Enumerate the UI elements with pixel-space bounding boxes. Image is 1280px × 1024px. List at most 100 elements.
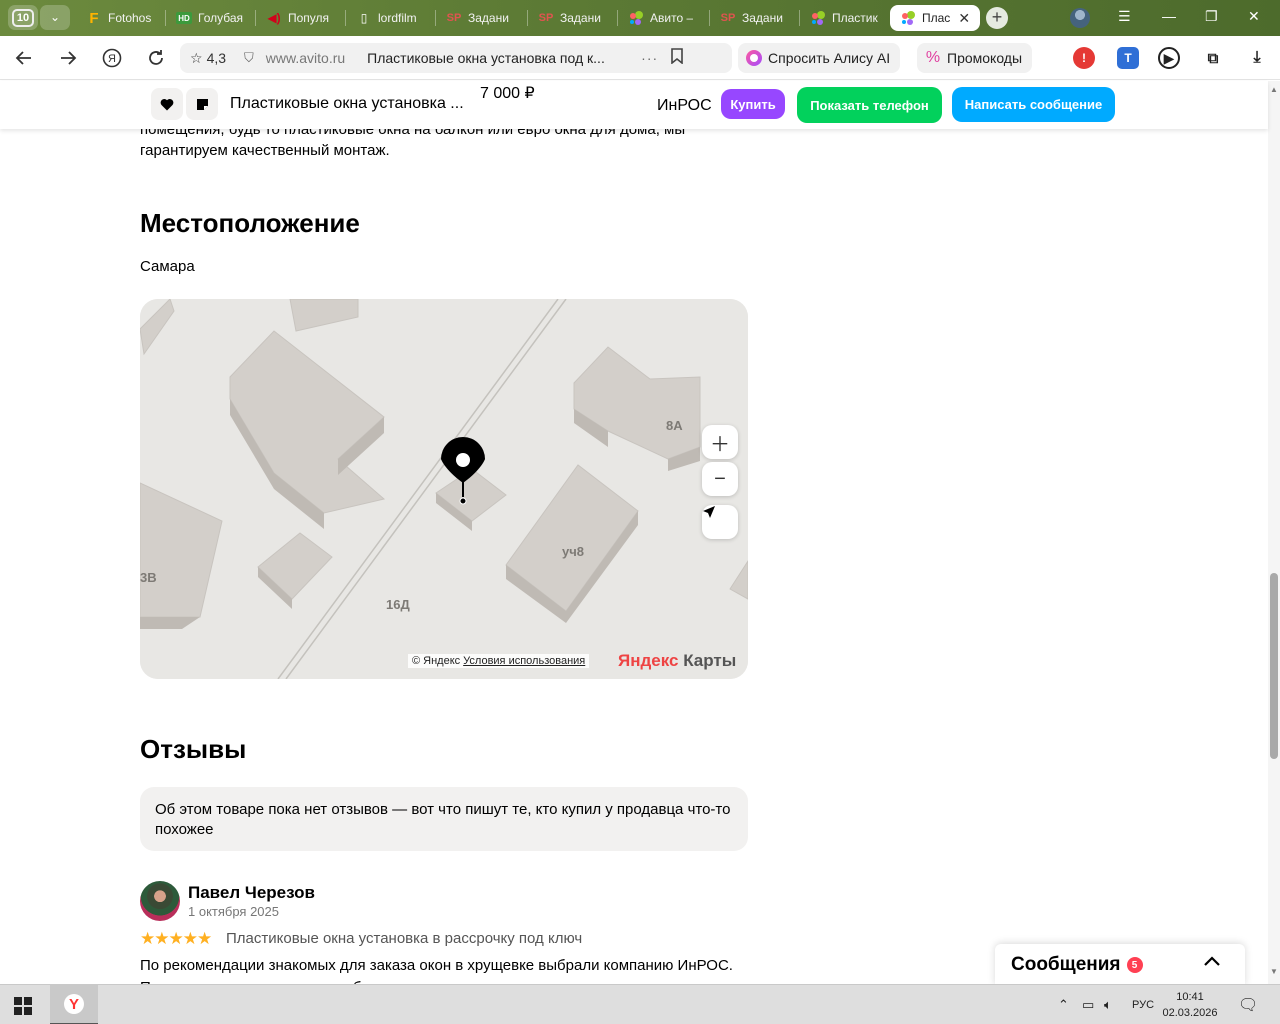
note-icon[interactable] <box>186 88 218 120</box>
notifications-icon[interactable]: 🗨︎ <box>1238 995 1258 1015</box>
percent-icon: % <box>925 49 941 66</box>
browser-toolbar: Я ☆ 4,3 ⛉ www.avito.ru Пластиковые окна у… <box>0 36 1280 80</box>
location-heading: Местоположение <box>140 208 360 238</box>
new-tab-button[interactable]: + <box>986 7 1008 29</box>
ask-alice-button[interactable]: Спросить Алису AI <box>738 43 901 73</box>
browser-tab[interactable]: Пластик <box>810 5 884 31</box>
browser-tab[interactable]: ◀) Популя <box>266 5 346 31</box>
browser-tab[interactable]: Авито – <box>628 5 710 31</box>
windows-start-icon[interactable] <box>14 997 32 1020</box>
scroll-up-arrow-icon[interactable]: ▲ <box>1270 85 1278 94</box>
bookmark-icon[interactable] <box>670 47 684 69</box>
more-dots-icon[interactable]: ··· <box>641 50 658 66</box>
avito-favicon-icon <box>900 10 916 26</box>
reload-icon[interactable] <box>144 46 168 70</box>
zoom-out-icon[interactable]: − <box>702 462 738 496</box>
zoom-in-icon[interactable]: ＋ <box>702 425 738 459</box>
show-phone-button[interactable]: Показать телефон <box>797 87 942 123</box>
avito-favicon-icon <box>810 10 826 26</box>
extension-translate-icon[interactable]: T <box>1117 47 1139 69</box>
extension-shield-icon[interactable]: ! <box>1073 47 1095 69</box>
browser-tab[interactable]: ▯ lordfilm <box>356 5 436 31</box>
review-author[interactable]: Павел Черезов <box>188 883 315 903</box>
map-label: 3В <box>140 570 157 585</box>
volume-icon[interactable]: 🔈︎ <box>1104 997 1112 1013</box>
forward-arrow-icon[interactable] <box>56 46 80 70</box>
map-attribution: © Яндекс Условия использования <box>408 654 590 668</box>
browser-tab[interactable]: SP Задани <box>446 5 528 31</box>
svg-text:Я: Я <box>108 53 116 65</box>
back-arrow-icon[interactable] <box>12 46 36 70</box>
sp-favicon-icon: SP <box>538 12 554 24</box>
location-city: Самара <box>140 258 195 275</box>
close-tab-icon[interactable]: ✕ <box>958 10 970 27</box>
yandex-browser-taskbar-icon[interactable]: Y <box>50 985 98 1024</box>
sticky-ad-header: Пластиковые окна установка ... 7 000 ₽ И… <box>0 81 1268 129</box>
fotohost-favicon-icon: F <box>89 9 99 27</box>
review-rating-stars: ★★★★★ <box>140 929 212 948</box>
messages-count-badge: 5 <box>1126 957 1143 973</box>
sp-favicon-icon: SP <box>446 12 462 24</box>
scrollbar-thumb[interactable] <box>1270 573 1278 759</box>
network-icon[interactable]: ▭ <box>1082 997 1094 1013</box>
language-indicator[interactable]: РУС <box>1132 999 1154 1011</box>
windows-taskbar: Y ⌃ ▭ 🔈︎ РУС 10:41 02.03.2026 🗨︎ <box>0 984 1280 1024</box>
avito-favicon-icon <box>628 10 644 26</box>
avatar[interactable] <box>140 881 180 921</box>
url-domain: www.avito.ru <box>265 50 346 66</box>
star-outline-icon: ☆ <box>190 49 203 66</box>
sticky-seller-name[interactable]: ИнРОС <box>657 97 712 115</box>
geolocation-arrow-icon[interactable] <box>702 505 738 539</box>
speaker-favicon-icon: ◀) <box>267 11 281 25</box>
browser-tab[interactable]: F Fotohos <box>86 5 166 31</box>
alice-icon <box>744 48 764 68</box>
collections-icon[interactable]: ⧉ <box>1202 47 1224 69</box>
favorite-heart-icon[interactable] <box>151 88 183 120</box>
address-bar[interactable]: ☆ 4,3 ⛉ www.avito.ru Пластиковые окна уст… <box>180 43 732 73</box>
chevron-up-icon[interactable] <box>1203 954 1221 972</box>
browser-tab[interactable]: SP Задани <box>538 5 618 31</box>
browser-tab-strip: 10 ⌄ F Fotohos HD Голубая ◀) Популя ▯ lo… <box>0 0 1280 36</box>
document-favicon-icon: ▯ <box>360 11 368 25</box>
sticky-ad-price: 7 000 ₽ <box>480 85 535 102</box>
messages-label: Сообщения <box>1011 954 1121 975</box>
location-map[interactable]: 8А уч8 3В 16Д ＋ − © Яндекс Условия исполь… <box>140 299 748 679</box>
no-reviews-notice: Об этом товаре пока нет отзывов — вот чт… <box>140 787 748 851</box>
promocodes-button[interactable]: % Промокоды <box>917 43 1033 73</box>
svg-text:Y: Y <box>69 996 79 1013</box>
review-date: 1 октября 2025 <box>188 904 279 919</box>
tab-list-chevron-icon[interactable]: ⌄ <box>40 5 70 30</box>
yandex-maps-logo[interactable]: Яндекс Карты <box>618 651 736 671</box>
profile-avatar[interactable] <box>1070 8 1090 28</box>
buy-button[interactable]: Купить <box>721 89 785 119</box>
page-scrollbar[interactable]: ▲ ▼ <box>1268 81 1280 984</box>
map-terms-link[interactable]: Условия использования <box>463 655 585 667</box>
tab-counter-button[interactable]: 10 <box>8 5 38 30</box>
browser-tab[interactable]: SP Задани <box>720 5 800 31</box>
url-page-title: Пластиковые окна установка под к... <box>367 50 605 66</box>
map-canvas[interactable]: 8А уч8 3В 16Д <box>140 299 748 679</box>
browser-tab[interactable]: HD Голубая <box>176 5 256 31</box>
download-icon[interactable]: ⤓ <box>1246 47 1268 69</box>
close-window-icon[interactable]: ✕ <box>1248 8 1260 25</box>
taskbar-clock[interactable]: 10:41 02.03.2026 <box>1160 989 1220 1021</box>
site-rating[interactable]: ☆ 4,3 <box>190 50 226 67</box>
browser-tab-active[interactable]: Плас ✕ <box>890 5 980 31</box>
hd-favicon-icon: HD <box>176 12 192 24</box>
write-message-button[interactable]: Написать сообщение <box>952 87 1115 122</box>
restore-icon[interactable]: ❐ <box>1205 8 1218 25</box>
sp-favicon-icon: SP <box>720 12 736 24</box>
map-label: 16Д <box>386 597 410 612</box>
minimize-icon[interactable]: — <box>1162 8 1176 24</box>
scroll-down-arrow-icon[interactable]: ▼ <box>1270 967 1278 976</box>
map-label: уч8 <box>562 544 584 559</box>
messages-panel[interactable]: Сообщения 5 <box>995 944 1245 986</box>
yandex-home-icon[interactable]: Я <box>100 46 124 70</box>
menu-icon[interactable]: ☰ <box>1118 8 1131 25</box>
tray-chevron-up-icon[interactable]: ⌃ <box>1058 997 1069 1013</box>
shield-icon[interactable]: ⛉ <box>244 50 254 66</box>
reviews-heading: Отзывы <box>140 734 247 764</box>
media-play-icon[interactable]: ▶ <box>1158 47 1180 69</box>
review-item-title[interactable]: Пластиковые окна установка в рассрочку п… <box>226 930 582 947</box>
sticky-ad-title[interactable]: Пластиковые окна установка ... <box>230 95 470 113</box>
